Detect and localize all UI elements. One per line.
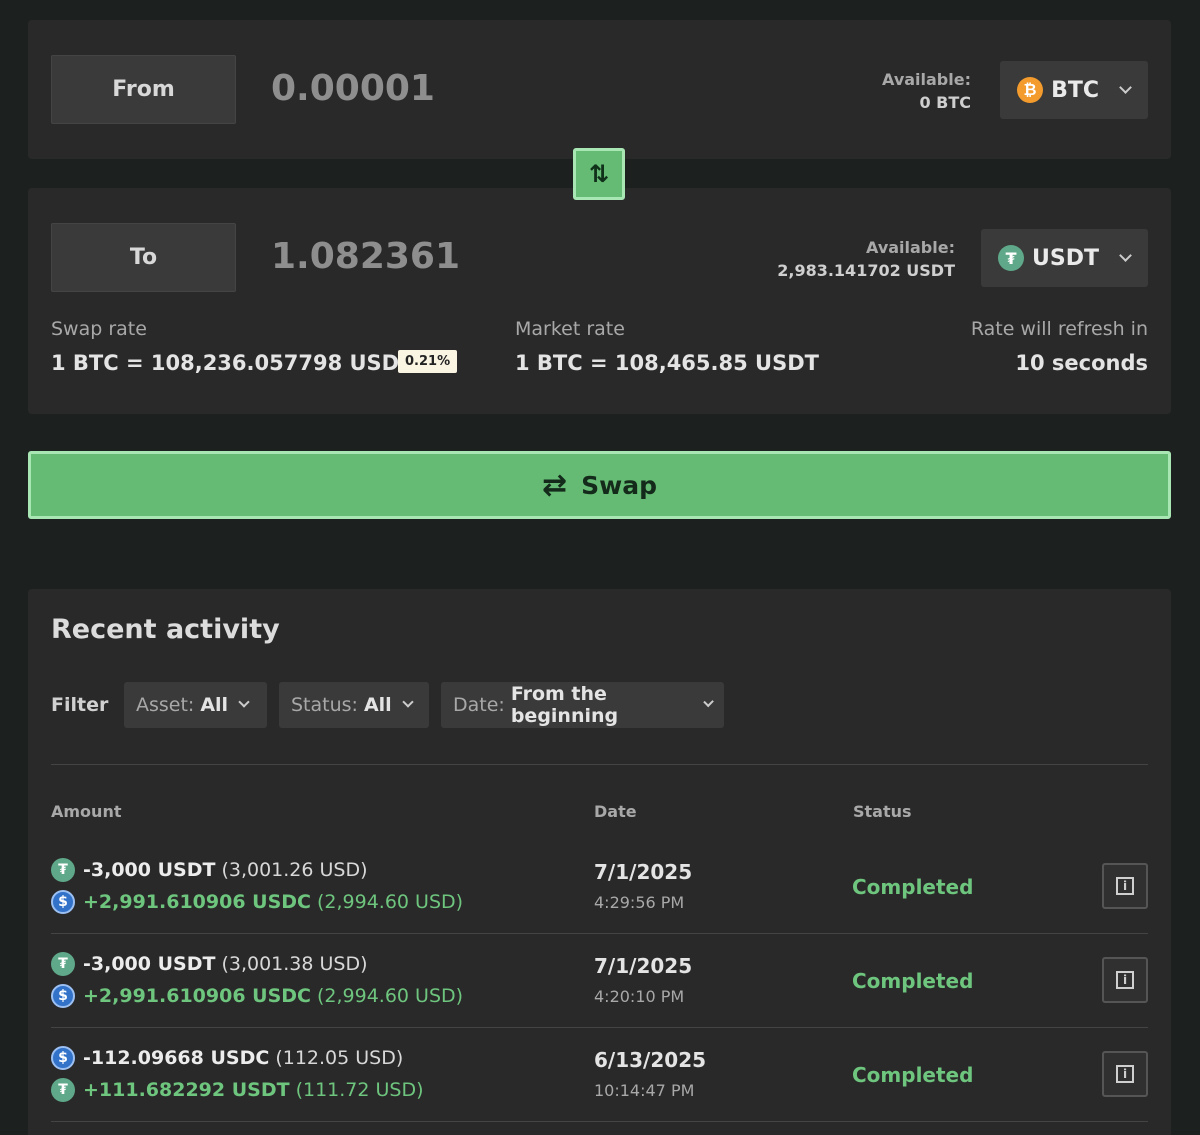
- tether-icon: ₮: [51, 858, 75, 882]
- date-filter-value: From the beginning: [510, 683, 619, 727]
- refresh-label: Rate will refresh in: [970, 318, 1148, 340]
- tx-date: 7/1/2025: [594, 860, 693, 884]
- market-rate-label: Market rate: [515, 318, 625, 340]
- asset-filter-value: All: [200, 694, 229, 716]
- to-coin-label: USDT: [1032, 245, 1099, 271]
- tether-icon: ₮: [51, 952, 75, 976]
- table-row: ₮ -3,000 USDT (3,001.38 USD) $ +2,991.61…: [51, 934, 1148, 1028]
- status-badge: Completed: [852, 969, 974, 993]
- debit-usd: (3,001.26 USD): [221, 859, 368, 881]
- chevron-down-icon: [238, 696, 250, 708]
- swap-button[interactable]: ⇄ Swap: [28, 451, 1171, 519]
- to-available: Available: 2,983.141702 USDT: [777, 236, 955, 282]
- debit-usd: (3,001.38 USD): [221, 953, 368, 975]
- credit-usd: (111.72 USD): [295, 1079, 424, 1101]
- column-header-amount: Amount: [51, 802, 122, 821]
- bitcoin-icon: ₿: [1017, 77, 1044, 103]
- credit-usd: (2,994.60 USD): [317, 891, 464, 913]
- refresh-countdown: 10 seconds: [1015, 351, 1148, 375]
- debit-amount: -3,000 USDT: [83, 953, 216, 975]
- swap-rate-label: Swap rate: [51, 318, 147, 340]
- to-amount-input[interactable]: [271, 236, 651, 277]
- credit-usd: (2,994.60 USD): [317, 985, 464, 1007]
- usdc-icon: $: [51, 890, 75, 914]
- credit-line: $ +2,991.610906 USDC (2,994.60 USD): [51, 890, 463, 914]
- info-icon: i: [1116, 877, 1134, 895]
- chevron-down-icon: [1119, 80, 1132, 94]
- swap-arrows-icon: ⇄: [541, 467, 568, 503]
- asset-filter-key: Asset:: [136, 694, 195, 716]
- tx-time: 4:20:10 PM: [594, 987, 685, 1006]
- swap-vertical-arrows-icon: ⇅: [588, 160, 610, 188]
- details-button[interactable]: i: [1102, 957, 1148, 1003]
- usdc-icon: $: [51, 1046, 75, 1070]
- debit-amount: -112.09668 USDC: [83, 1047, 270, 1069]
- date-filter[interactable]: Date: From the beginning: [441, 682, 724, 728]
- from-available-label: Available:: [882, 70, 971, 89]
- filter-label: Filter: [51, 694, 109, 716]
- details-button[interactable]: i: [1102, 1051, 1148, 1097]
- status-badge: Completed: [852, 875, 974, 899]
- tether-icon: ₮: [998, 245, 1025, 271]
- credit-amount: +2,991.610906 USDC: [83, 985, 311, 1007]
- usdc-icon: $: [51, 984, 75, 1008]
- chevron-down-icon: [402, 696, 414, 708]
- from-available-value: 0 BTC: [919, 93, 971, 112]
- status-filter[interactable]: Status: All: [279, 682, 429, 728]
- divider: [51, 764, 1148, 765]
- info-icon: i: [1116, 1065, 1134, 1083]
- to-panel: To Available: 2,983.141702 USDT ₮ USDT S…: [28, 188, 1171, 414]
- info-icon: i: [1116, 971, 1134, 989]
- from-amount-input[interactable]: [271, 68, 651, 109]
- tx-date: 6/13/2025: [594, 1048, 707, 1072]
- details-button[interactable]: i: [1102, 863, 1148, 909]
- asset-filter[interactable]: Asset: All: [124, 682, 267, 728]
- tx-time: 4:29:56 PM: [594, 893, 685, 912]
- from-panel: From Available: 0 BTC ₿ BTC: [28, 20, 1171, 159]
- tether-icon: ₮: [51, 1078, 75, 1102]
- to-available-value: 2,983.141702 USDT: [777, 261, 955, 280]
- swap-direction-button[interactable]: ⇅: [573, 148, 625, 200]
- to-coin-select[interactable]: ₮ USDT: [981, 229, 1148, 287]
- from-label: From: [51, 55, 236, 124]
- debit-amount: -3,000 USDT: [83, 859, 216, 881]
- swap-button-label: Swap: [581, 470, 657, 500]
- status-filter-value: All: [363, 694, 392, 716]
- recent-activity-panel: Recent activity Filter Asset: All Status…: [28, 589, 1171, 1135]
- debit-line: ₮ -3,000 USDT (3,001.26 USD): [51, 858, 368, 882]
- status-filter-key: Status:: [291, 694, 358, 716]
- credit-line: ₮ +111.682292 USDT (111.72 USD): [51, 1078, 424, 1102]
- debit-line: ₮ -3,000 USDT (3,001.38 USD): [51, 952, 368, 976]
- to-available-label: Available:: [866, 238, 955, 257]
- date-filter-key: Date:: [453, 694, 505, 716]
- tx-date: 7/1/2025: [594, 954, 693, 978]
- status-badge: Completed: [852, 1063, 974, 1087]
- chevron-down-icon: [1119, 248, 1132, 262]
- fee-badge: 0.21%: [398, 350, 458, 373]
- debit-usd: (112.05 USD): [275, 1047, 404, 1069]
- debit-line: $ -112.09668 USDC (112.05 USD): [51, 1046, 403, 1070]
- from-coin-label: BTC: [1051, 77, 1099, 103]
- table-row: ₮ -3,000 USDT (3,001.26 USD) $ +2,991.61…: [51, 840, 1148, 934]
- market-rate-value: 1 BTC = 108,465.85 USDT: [515, 351, 819, 375]
- to-label: To: [51, 223, 236, 292]
- credit-line: $ +2,991.610906 USDC (2,994.60 USD): [51, 984, 463, 1008]
- tx-time: 10:14:47 PM: [594, 1081, 695, 1100]
- recent-activity-title: Recent activity: [51, 614, 280, 645]
- swap-rate-value: 1 BTC = 108,236.057798 USDT: [51, 351, 414, 375]
- table-row: $ -112.09668 USDC (112.05 USD) ₮ +111.68…: [51, 1028, 1148, 1122]
- from-available: Available: 0 BTC: [882, 68, 971, 114]
- credit-amount: +2,991.610906 USDC: [83, 891, 311, 913]
- credit-amount: +111.682292 USDT: [83, 1079, 290, 1101]
- chevron-down-icon: [702, 696, 714, 708]
- from-coin-select[interactable]: ₿ BTC: [1000, 61, 1148, 119]
- column-header-status: Status: [853, 802, 912, 821]
- column-header-date: Date: [594, 802, 637, 821]
